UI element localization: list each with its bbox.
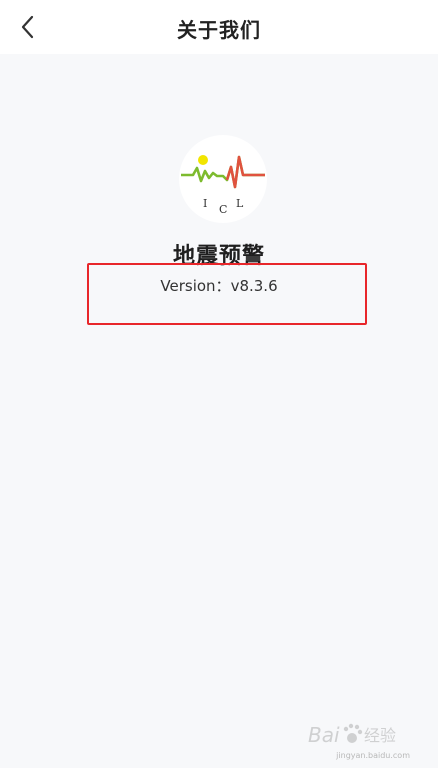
- watermark-product: 经验: [364, 726, 396, 745]
- logo-graphic: I C L: [181, 155, 265, 216]
- logo-letter-l: L: [236, 197, 244, 210]
- app-logo: I C L: [179, 135, 267, 223]
- paw-icon: [343, 723, 363, 743]
- baidu-watermark: Bai 经验: [308, 723, 396, 747]
- logo-sun: [198, 155, 208, 165]
- header-bar: 关于我们: [0, 0, 438, 54]
- logo-letter-i: I: [203, 197, 207, 210]
- logo-letter-c: C: [219, 203, 227, 216]
- page-title: 关于我们: [177, 18, 261, 42]
- highlight-annotation-box: [87, 263, 367, 325]
- logo-wave-green: [181, 155, 265, 189]
- watermark-brand: Bai: [308, 723, 340, 747]
- logo-wave-red: [225, 155, 265, 189]
- watermark-url: jingyan.baidu.com: [336, 751, 410, 760]
